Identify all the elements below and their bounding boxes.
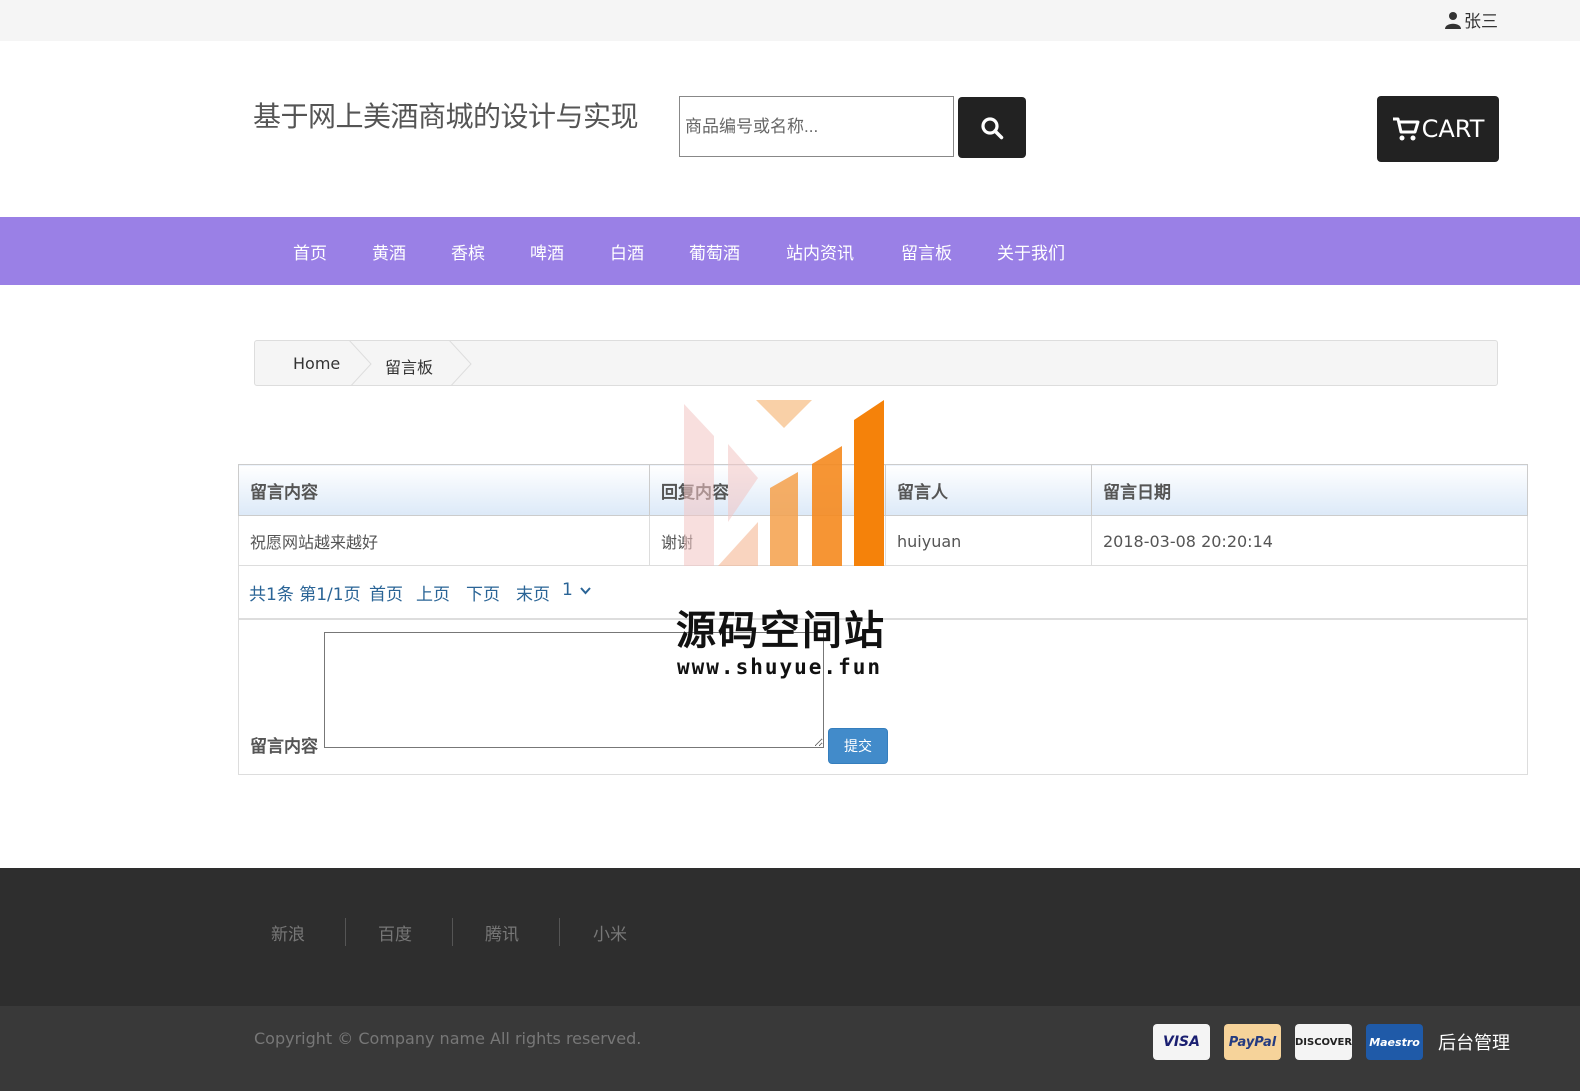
pagination-last[interactable]: 末页 [516, 580, 550, 605]
cart-label: CART [1421, 115, 1485, 143]
page-select-value: 1 [562, 580, 573, 600]
table-header-row: 留言内容 回复内容 留言人 留言日期 [238, 464, 1528, 516]
submit-button[interactable]: 提交 [828, 728, 888, 764]
nav-item-yellow-wine[interactable]: 黄酒 [372, 239, 406, 264]
footer-link-xiaomi[interactable]: 小米 [593, 920, 627, 945]
user-icon [1445, 11, 1461, 29]
paypal-card-icon: PayPal [1224, 1024, 1281, 1060]
message-table: 留言内容 回复内容 留言人 留言日期 祝愿网站越来越好 谢谢 huiyuan 2… [238, 464, 1528, 567]
pagination-summary: 共1条 第1/1页 [249, 585, 361, 605]
footer-links: 新浪 百度 腾讯 小米 [0, 868, 1580, 1006]
cart-icon [1392, 117, 1420, 141]
column-header-content[interactable]: 留言内容 [238, 464, 650, 516]
watermark-title: 源码空间站 [676, 608, 886, 654]
cart-button[interactable]: CART [1377, 96, 1499, 162]
cell-content: 祝愿网站越来越好 [238, 515, 650, 567]
footer-divider [452, 918, 453, 946]
breadcrumb-home[interactable]: Home [293, 354, 340, 373]
visa-card-icon: VISA [1153, 1024, 1210, 1060]
chevron-right-icon [449, 341, 472, 385]
nav-item-wine[interactable]: 葡萄酒 [689, 239, 740, 264]
watermark-url: www.shuyue.fun [677, 655, 883, 679]
chevron-right-icon [349, 341, 372, 385]
top-bar: 张三 [0, 0, 1580, 41]
maestro-card-icon: Maestro [1366, 1024, 1423, 1060]
copyright: Copyright © Company name All rights rese… [254, 1029, 642, 1048]
chevron-down-icon [580, 587, 591, 595]
footer-divider [559, 918, 560, 946]
footer-link-tencent[interactable]: 腾讯 [485, 920, 519, 945]
pagination-next[interactable]: 下页 [466, 580, 500, 605]
column-header-reply[interactable]: 回复内容 [649, 464, 886, 516]
nav-item-news[interactable]: 站内资讯 [786, 239, 854, 264]
table-row[interactable]: 祝愿网站越来越好 谢谢 huiyuan 2018-03-08 20:20:14 [238, 515, 1528, 567]
cell-date: 2018-03-08 20:20:14 [1091, 515, 1528, 567]
column-header-date[interactable]: 留言日期 [1091, 464, 1528, 516]
nav-item-guestbook[interactable]: 留言板 [901, 239, 952, 264]
user-name: 张三 [1464, 12, 1498, 32]
admin-link[interactable]: 后台管理 [1438, 1029, 1510, 1055]
nav-item-baijiu[interactable]: 白酒 [610, 239, 644, 264]
breadcrumb-current: 留言板 [385, 358, 434, 377]
cell-reply: 谢谢 [649, 515, 886, 567]
search-icon [981, 116, 1004, 139]
breadcrumb: Home 留言板 [254, 340, 1498, 386]
discover-card-icon: DISCOVER [1295, 1024, 1352, 1060]
nav-item-champagne[interactable]: 香槟 [451, 239, 485, 264]
pagination-prev[interactable]: 上页 [416, 580, 450, 605]
search-input[interactable] [679, 96, 954, 157]
main-nav: 首页 黄酒 香槟 啤酒 白酒 葡萄酒 站内资讯 留言板 关于我们 [0, 217, 1580, 285]
footer-link-sina[interactable]: 新浪 [271, 920, 305, 945]
footer-bottom: Copyright © Company name All rights rese… [0, 1006, 1580, 1091]
pagination-first[interactable]: 首页 [369, 580, 403, 605]
nav-item-beer[interactable]: 啤酒 [530, 239, 564, 264]
user-menu[interactable]: 张三 [1445, 7, 1498, 32]
search-button[interactable] [958, 97, 1026, 158]
footer-link-baidu[interactable]: 百度 [378, 920, 412, 945]
message-content-label: 留言内容 [250, 737, 318, 757]
cell-author: huiyuan [885, 515, 1092, 567]
column-header-author[interactable]: 留言人 [885, 464, 1092, 516]
site-title[interactable]: 基于网上美酒商城的设计与实现 [253, 95, 639, 135]
footer-divider [345, 918, 346, 946]
nav-item-about[interactable]: 关于我们 [997, 239, 1065, 264]
page-select[interactable]: 1 [562, 580, 591, 600]
nav-item-home[interactable]: 首页 [293, 239, 327, 264]
